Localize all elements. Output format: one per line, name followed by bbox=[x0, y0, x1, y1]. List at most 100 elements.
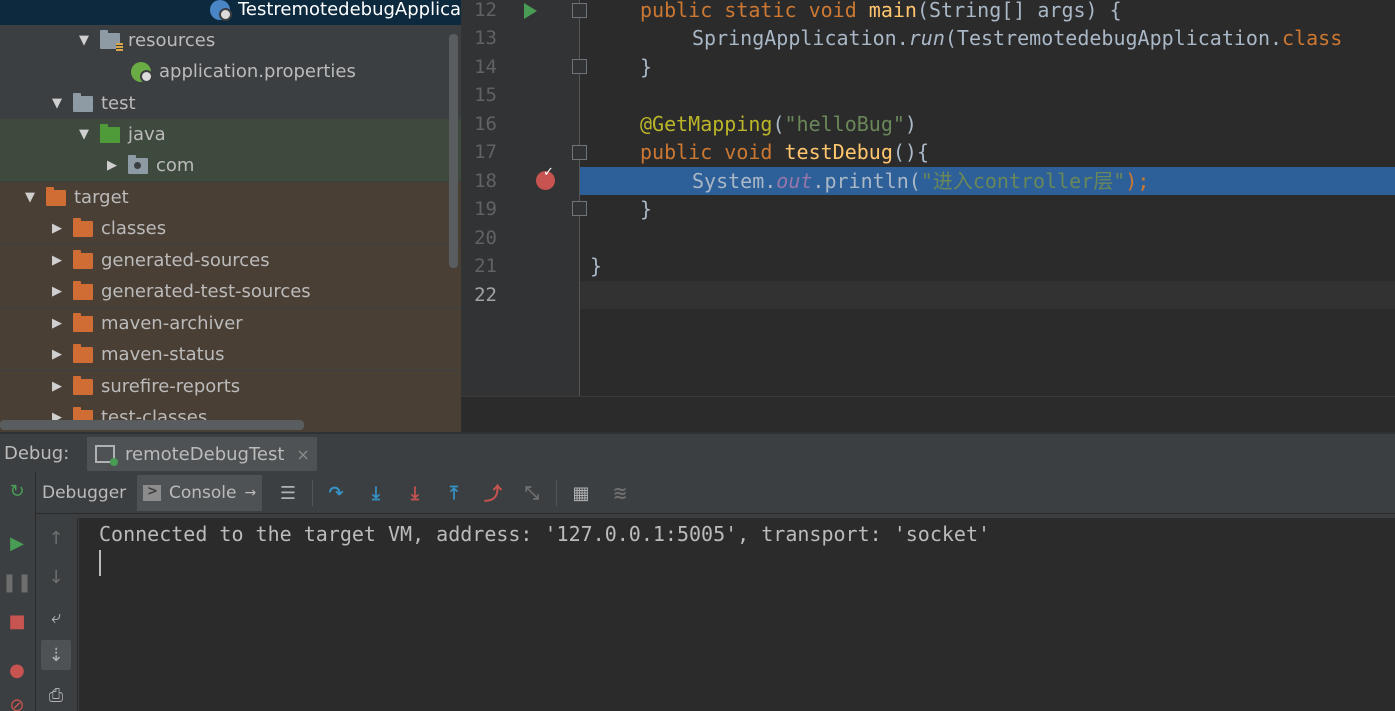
evaluate-expression-icon[interactable]: ▦ bbox=[569, 481, 593, 505]
tree-item-label: com bbox=[156, 155, 195, 176]
line-number-current: 22 bbox=[474, 284, 497, 306]
code-line-21[interactable]: } bbox=[580, 252, 1395, 280]
line-number: 18 bbox=[474, 170, 497, 192]
code-line-14[interactable]: } bbox=[580, 53, 1395, 81]
tree-item-surefire-reports[interactable]: ▶ surefire-reports bbox=[0, 371, 461, 402]
expand-arrow-icon[interactable]: ▼ bbox=[22, 190, 38, 205]
tree-item-resources[interactable]: ▼ resources bbox=[0, 25, 461, 56]
print-icon[interactable]: ⎙ bbox=[41, 680, 71, 710]
excluded-folder-icon bbox=[73, 375, 93, 395]
code-line-19[interactable]: } bbox=[580, 195, 1395, 223]
tree-item-maven-status[interactable]: ▶ maven-status bbox=[0, 339, 461, 370]
tree-item-target[interactable]: ▼ target bbox=[0, 182, 461, 213]
view-breakpoints-icon[interactable]: ● bbox=[4, 657, 30, 683]
excluded-folder-icon bbox=[73, 217, 93, 237]
run-to-cursor-icon[interactable]: ⤡ bbox=[520, 481, 544, 505]
collapse-arrow-icon[interactable]: ▶ bbox=[49, 284, 65, 299]
line-number: 13 bbox=[474, 27, 497, 49]
fold-marker-icon[interactable] bbox=[572, 201, 587, 216]
show-execution-point-icon[interactable]: ☰ bbox=[276, 481, 300, 505]
stop-icon[interactable]: ■ bbox=[4, 608, 30, 634]
console-caret bbox=[99, 550, 101, 576]
tree-item-maven-archiver[interactable]: ▶ maven-archiver bbox=[0, 308, 461, 339]
up-arrow-icon[interactable]: ↑ bbox=[41, 523, 71, 553]
excluded-folder-icon bbox=[73, 312, 93, 332]
tree-item-generated-sources[interactable]: ▶ generated-sources bbox=[0, 245, 461, 276]
tree-item-testremotedebugapplication[interactable]: TestremotedebugApplica bbox=[0, 0, 461, 25]
fold-marker-icon[interactable] bbox=[572, 145, 587, 160]
step-into-icon[interactable]: ⤓ bbox=[364, 481, 388, 505]
code-string: "进入controller层" bbox=[920, 169, 1126, 193]
force-step-into-icon[interactable]: ⤓ bbox=[403, 481, 427, 505]
excluded-folder-icon bbox=[73, 280, 93, 300]
collapse-arrow-icon[interactable]: ▶ bbox=[49, 253, 65, 268]
console-output[interactable]: Connected to the target VM, address: '12… bbox=[79, 518, 1395, 711]
breakpoint-verified-icon[interactable] bbox=[536, 165, 555, 190]
tree-item-com[interactable]: ▶ com bbox=[0, 150, 461, 181]
code-text: } bbox=[640, 55, 653, 79]
tree-item-generated-test-sources[interactable]: ▶ generated-test-sources bbox=[0, 276, 461, 307]
code-editor[interactable]: 12 13 14 15 16 17 18 19 20 21 22 public … bbox=[461, 0, 1395, 432]
line-number: 21 bbox=[474, 255, 497, 277]
collapse-arrow-icon[interactable]: ▶ bbox=[104, 158, 120, 173]
code-line-18-breakpoint[interactable]: System.out.println("进入controller层"); bbox=[580, 167, 1395, 195]
excluded-folder-icon bbox=[46, 186, 66, 206]
expand-arrow-icon[interactable]: ▼ bbox=[49, 96, 65, 111]
code-string: "helloBug" bbox=[784, 112, 905, 136]
code-line-16[interactable]: @GetMapping("helloBug") bbox=[580, 110, 1395, 138]
tab-console[interactable]: Console → bbox=[137, 474, 263, 511]
package-icon bbox=[128, 154, 148, 174]
tree-item-label: maven-archiver bbox=[101, 313, 243, 334]
tab-debugger[interactable]: Debugger bbox=[36, 475, 132, 511]
code-text: } bbox=[640, 197, 653, 221]
code-line-22-caret[interactable] bbox=[580, 281, 1395, 309]
tree-vertical-scrollbar[interactable] bbox=[449, 34, 458, 268]
down-arrow-icon[interactable]: ↓ bbox=[41, 562, 71, 592]
line-number: 16 bbox=[474, 113, 497, 135]
tree-item-application-properties[interactable]: application.properties bbox=[0, 56, 461, 87]
expand-arrow-icon[interactable]: ▼ bbox=[76, 33, 92, 48]
collapse-arrow-icon[interactable]: ▶ bbox=[49, 347, 65, 362]
trace-current-stream-icon[interactable]: ≋ bbox=[608, 481, 632, 505]
tree-item-test[interactable]: ▼ test bbox=[0, 88, 461, 119]
toolbar-separator bbox=[312, 480, 313, 506]
close-tab-icon[interactable]: × bbox=[296, 445, 309, 464]
tree-item-label: maven-status bbox=[101, 344, 225, 365]
folder-icon bbox=[73, 92, 93, 112]
code-line-12[interactable]: public static void main(String[] args) { bbox=[580, 0, 1395, 24]
spring-properties-icon bbox=[131, 61, 153, 83]
pause-program-icon[interactable]: ❚❚ bbox=[2, 569, 32, 595]
fold-marker-icon[interactable] bbox=[572, 3, 587, 18]
mute-breakpoints-icon[interactable]: ⊘ bbox=[4, 692, 30, 711]
editor-gutter[interactable]: 12 13 14 15 16 17 18 19 20 21 22 bbox=[461, 0, 580, 396]
collapse-arrow-icon[interactable]: ▶ bbox=[49, 316, 65, 331]
code-text: } bbox=[590, 254, 603, 278]
scroll-to-end-icon[interactable]: ⇣ bbox=[41, 640, 71, 670]
resume-program-icon[interactable]: ▶ bbox=[4, 530, 30, 556]
tree-item-label: application.properties bbox=[159, 61, 356, 82]
tree-horizontal-scrollbar[interactable] bbox=[0, 420, 304, 430]
collapse-arrow-icon[interactable]: ▶ bbox=[49, 221, 65, 236]
tab-console-label: Console bbox=[169, 483, 237, 503]
code-line-13[interactable]: SpringApplication.run(TestremotedebugApp… bbox=[580, 24, 1395, 52]
drop-frame-icon[interactable]: ⤴ bbox=[481, 481, 505, 505]
debug-session-tab[interactable]: remoteDebugTest × bbox=[87, 437, 317, 471]
expand-arrow-icon[interactable]: ▼ bbox=[76, 127, 92, 142]
debug-title: Debug: bbox=[4, 442, 70, 464]
code-text: ); bbox=[1125, 169, 1150, 193]
code-method-name: testDebug bbox=[784, 140, 893, 164]
step-over-icon[interactable]: ↷ bbox=[324, 481, 348, 505]
collapse-arrow-icon[interactable]: ▶ bbox=[49, 379, 65, 394]
tree-item-java[interactable]: ▼ java bbox=[0, 119, 461, 150]
fold-marker-icon[interactable] bbox=[572, 59, 587, 74]
spring-class-icon bbox=[210, 0, 232, 21]
soft-wrap-icon[interactable]: ⤶ bbox=[41, 602, 71, 632]
code-line-17[interactable]: public void testDebug(){ bbox=[580, 138, 1395, 166]
tree-item-classes[interactable]: ▶ classes bbox=[0, 213, 461, 244]
rerun-icon[interactable]: ↻ bbox=[4, 478, 30, 504]
console-text: Connected to the target VM, address: '12… bbox=[99, 522, 991, 546]
tree-item-label: generated-sources bbox=[101, 250, 270, 271]
restore-layout-icon[interactable]: → bbox=[245, 475, 257, 511]
step-out-icon[interactable]: ⤒ bbox=[442, 481, 466, 505]
run-gutter-icon[interactable] bbox=[524, 3, 537, 19]
